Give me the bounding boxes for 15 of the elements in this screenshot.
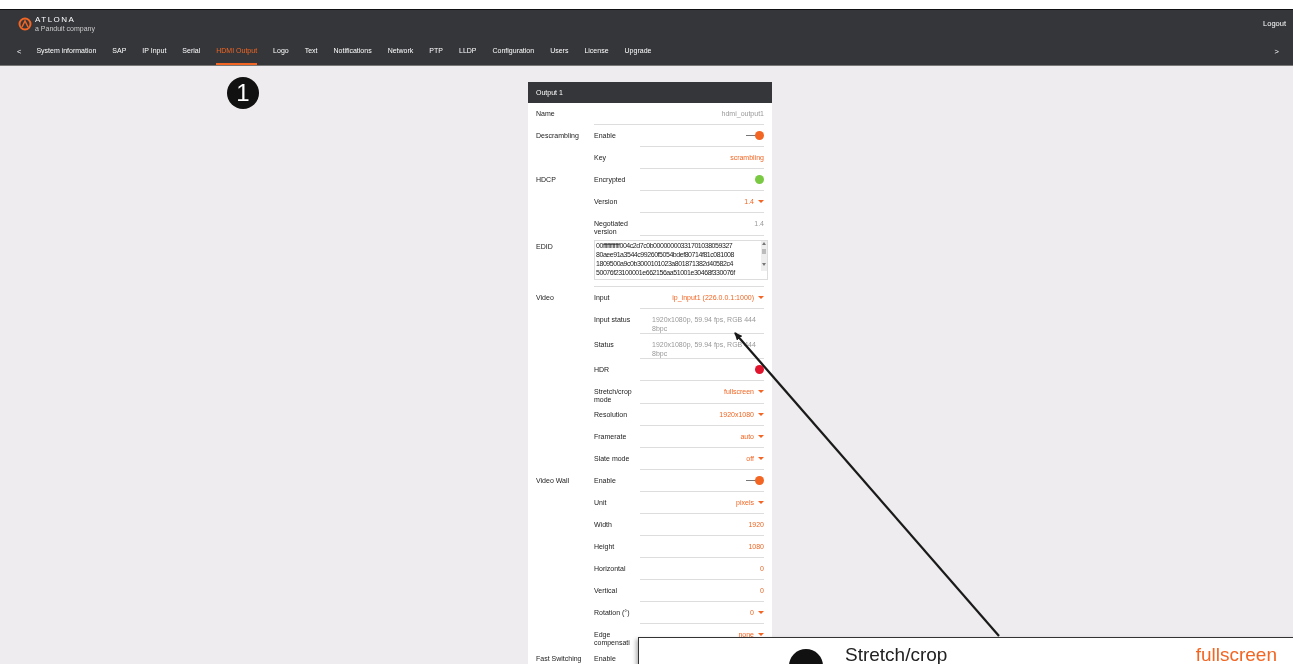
caret-icon <box>758 389 764 393</box>
toggle-switch[interactable] <box>746 476 764 486</box>
callout-value: fullscreen <box>1195 645 1277 664</box>
toggle-switch[interactable] <box>746 131 764 140</box>
step-badge: 1 <box>227 77 259 109</box>
caret-icon <box>758 435 764 439</box>
caret-icon <box>758 501 764 505</box>
caret-icon <box>758 457 764 461</box>
caret-icon <box>758 296 764 300</box>
caret-icon <box>758 611 764 615</box>
caret-icon <box>758 200 764 203</box>
scrollbar-icon <box>761 241 767 272</box>
logo-wordmark: ATLONA <box>35 15 77 24</box>
caret-icon <box>758 413 764 417</box>
logo-icon <box>18 16 32 31</box>
